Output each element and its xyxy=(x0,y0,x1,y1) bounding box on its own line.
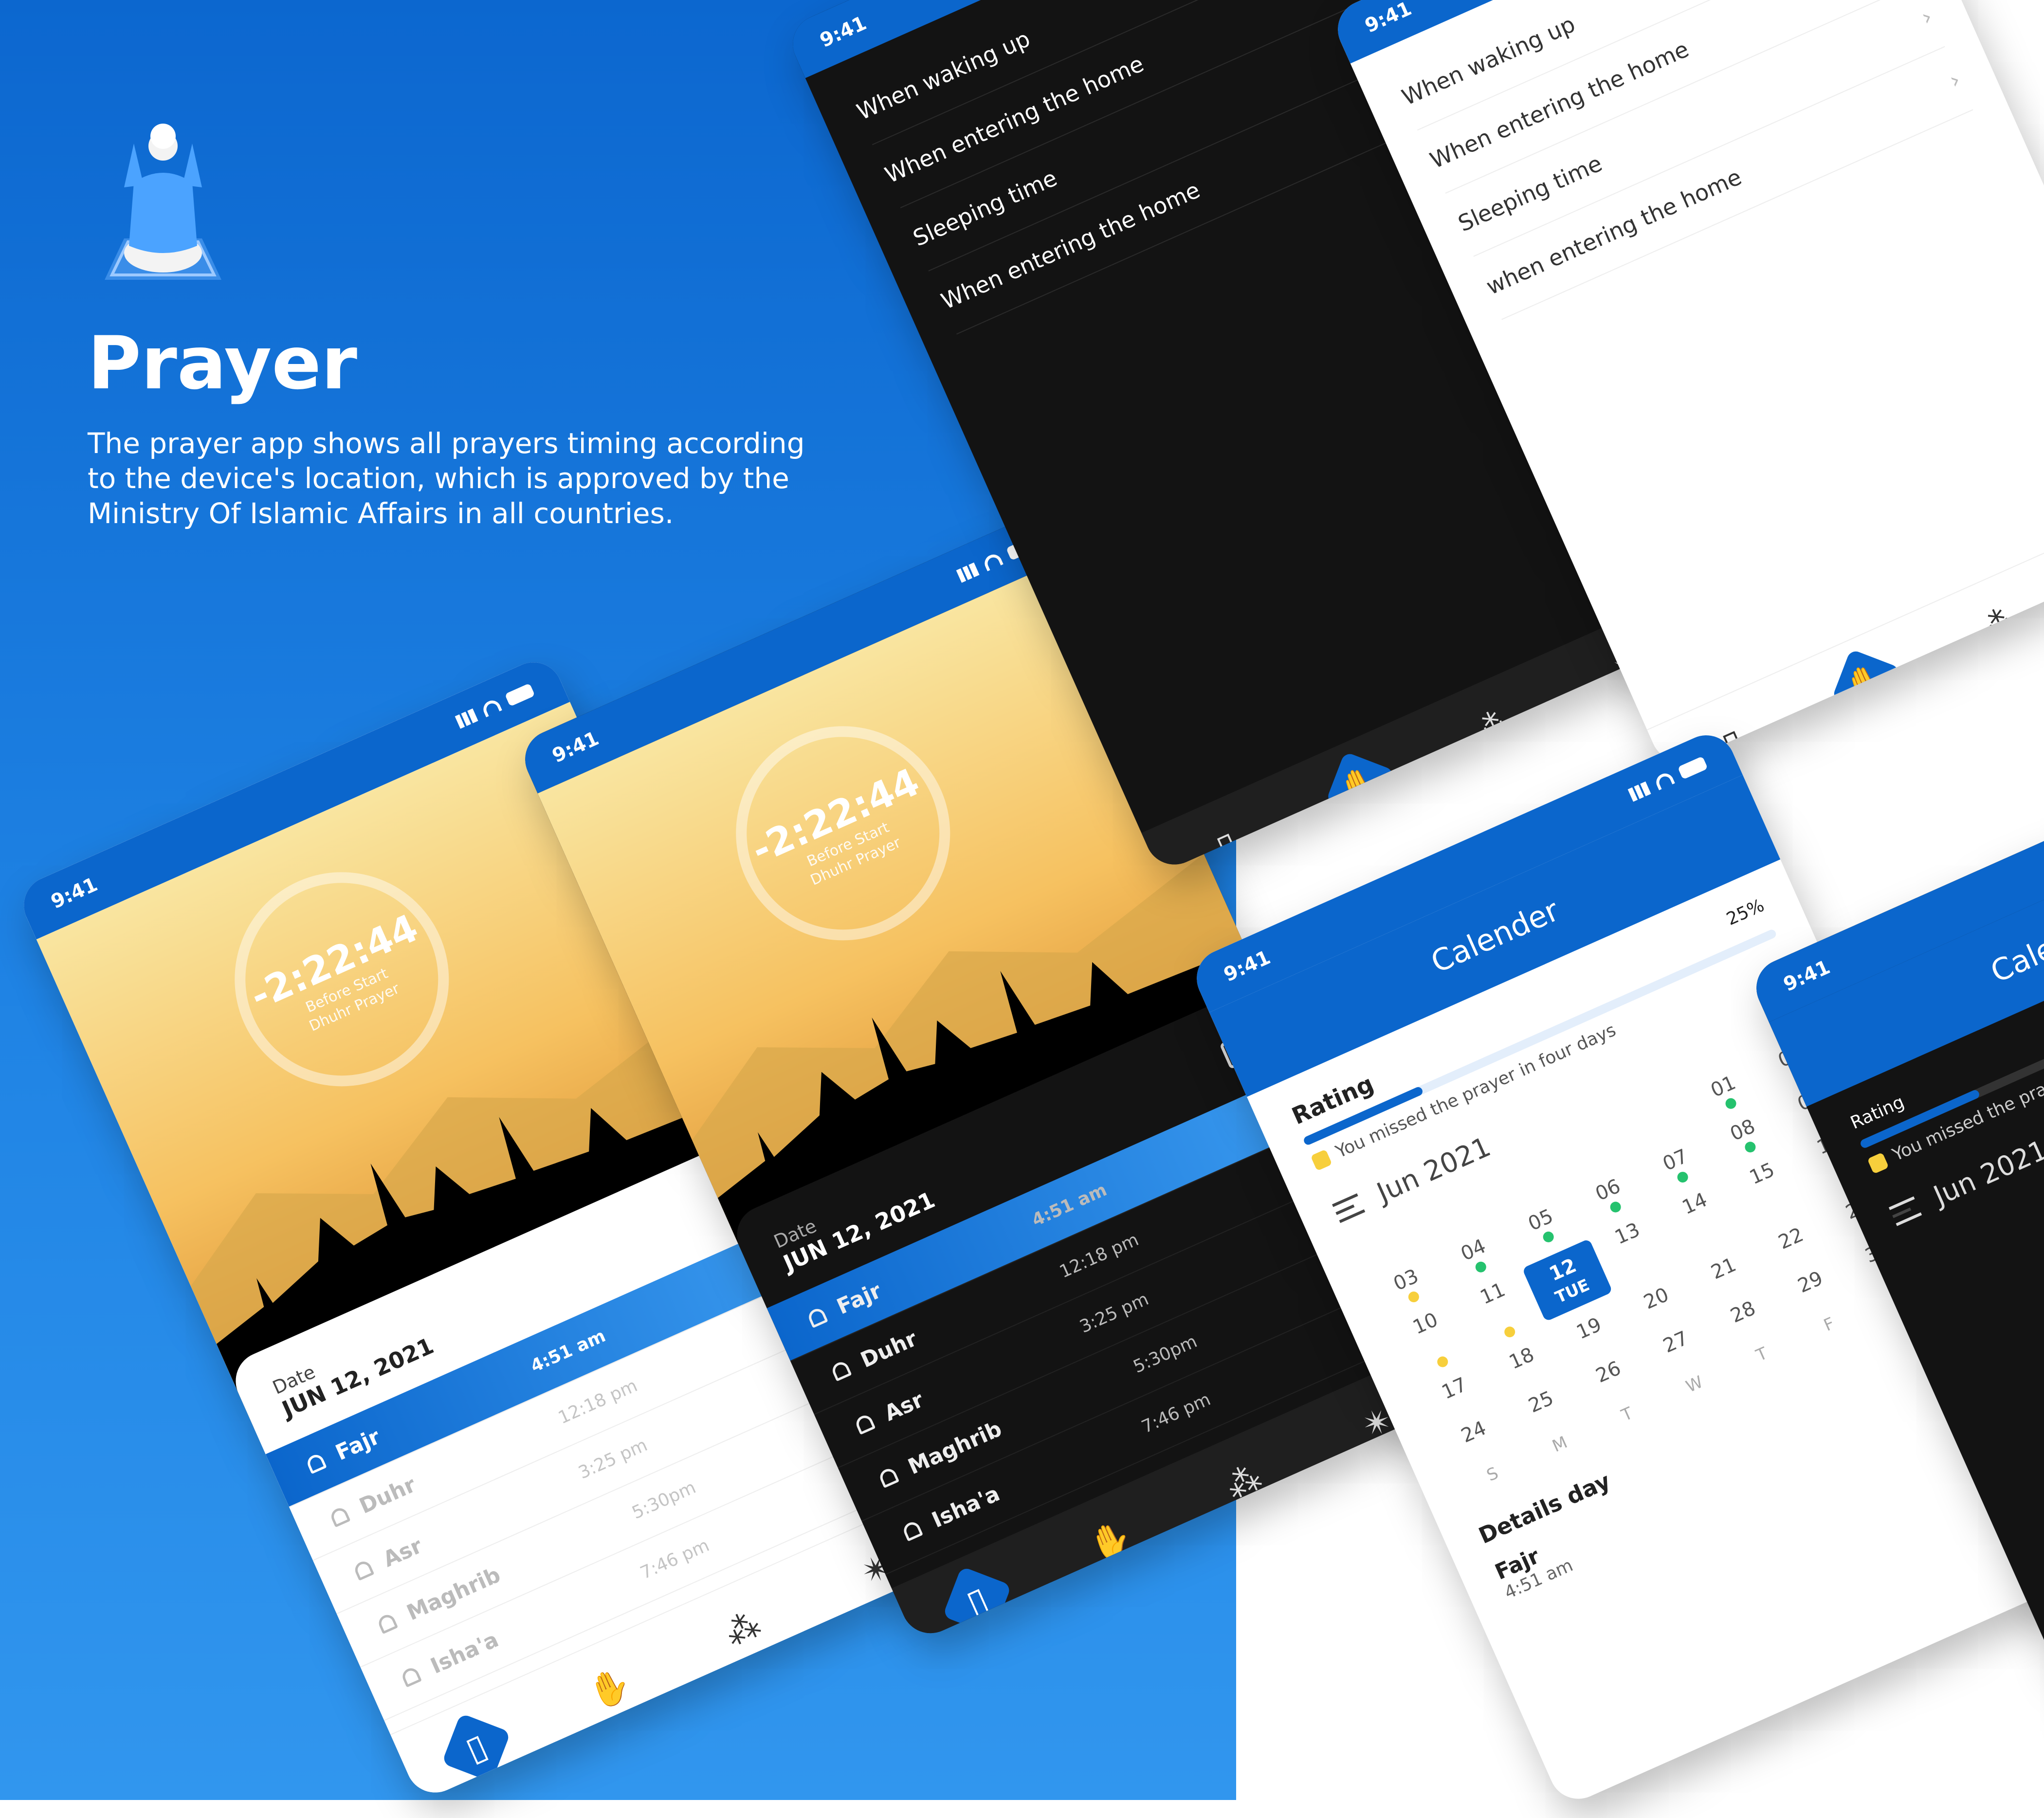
bell-muted-icon[interactable] xyxy=(830,1360,852,1382)
status-time: 9:41 xyxy=(816,12,870,52)
status-time: 9:41 xyxy=(47,873,101,913)
status-time: 9:41 xyxy=(1361,0,1415,37)
battery-icon xyxy=(1677,756,1708,780)
bell-icon[interactable] xyxy=(901,1519,923,1542)
prayer-beads-icon[interactable]: ⁂ xyxy=(1208,1447,1279,1517)
battery-icon xyxy=(504,683,535,707)
bell-icon[interactable] xyxy=(352,1559,375,1581)
signal-icon xyxy=(956,562,980,583)
status-time: 9:41 xyxy=(1220,946,1274,986)
app-description: The prayer app shows all prayers timing … xyxy=(88,427,805,530)
menu-icon[interactable] xyxy=(1888,1196,1922,1226)
prayer-beads-icon[interactable]: ⁂ xyxy=(1964,589,2035,659)
status-time: 9:41 xyxy=(548,727,602,767)
praying-man-logo-icon xyxy=(105,124,221,280)
bell-muted-icon[interactable] xyxy=(328,1506,351,1527)
bell-icon[interactable] xyxy=(400,1665,422,1688)
menu-icon[interactable] xyxy=(1332,1193,1366,1223)
praying-hands-icon[interactable]: ✋ xyxy=(1831,649,1901,718)
wifi-icon xyxy=(480,697,502,718)
wifi-icon xyxy=(982,551,1004,572)
signal-icon xyxy=(1627,781,1651,802)
signal-icon xyxy=(455,708,478,729)
bell-icon[interactable] xyxy=(305,1452,327,1474)
bell-icon[interactable] xyxy=(806,1306,828,1328)
status-time: 9:41 xyxy=(1780,956,1834,996)
wifi-icon xyxy=(1653,770,1675,791)
app-title: Prayer xyxy=(88,321,358,406)
bell-icon[interactable] xyxy=(376,1612,399,1635)
praying-hands-icon[interactable]: ✋ xyxy=(1326,751,1395,821)
bell-icon[interactable] xyxy=(877,1466,900,1489)
bell-icon[interactable] xyxy=(854,1413,876,1435)
prayer-beads-icon[interactable]: ⁂ xyxy=(1459,691,1529,762)
